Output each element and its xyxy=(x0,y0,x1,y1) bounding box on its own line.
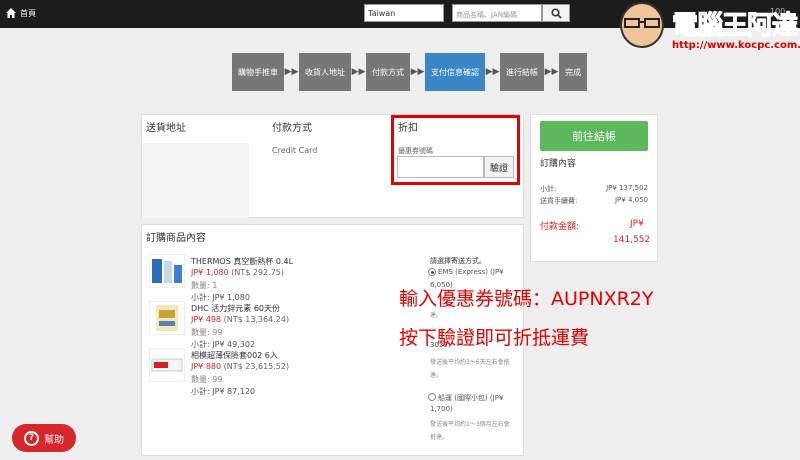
step-arrow-icon: ▶▶ xyxy=(351,67,366,77)
shipping-note-sea-2: 抵達。 xyxy=(430,434,449,441)
country-select[interactable]: Taiwan xyxy=(364,4,444,22)
step-address: 收貨人地址 xyxy=(299,53,351,91)
annotation-line-1: 輸入優惠券號碼：AUPNXR2Y xyxy=(399,288,654,310)
address-title: 送貨地址 xyxy=(146,123,186,134)
item-price-jp: JP¥ 880 xyxy=(191,362,222,371)
glasses-icon xyxy=(624,18,660,28)
checkout-button[interactable]: 前往結帳 xyxy=(540,121,648,151)
step-arrow-icon: ▶▶ xyxy=(544,67,559,77)
payment-value: Credit Card xyxy=(272,146,318,155)
item-price: JP¥ 880 (NT$ 23,615.52) xyxy=(191,362,289,371)
shipping-note-ems: 達。 xyxy=(430,312,443,319)
step-cart: 購物手推車 xyxy=(232,53,284,91)
product-thumbnail xyxy=(149,254,185,288)
search-input[interactable]: 商品名稱、JAN編碼 xyxy=(452,4,542,22)
shipping-note-air-1: 發送後平均約3～6天左右會抵 xyxy=(430,359,510,366)
summary-subtotal-label: 小計: xyxy=(540,185,557,193)
product-thumbnail xyxy=(149,301,185,335)
step-arrow-icon: ▶▶ xyxy=(410,67,425,77)
summary-subtotal-value: JP¥ 137,502 xyxy=(606,184,648,192)
item-name: DHC 活力鋅元素 60天份 xyxy=(191,304,281,313)
watermark-url: http://www.kocpc.com.tw xyxy=(672,40,800,51)
step-checkout: 進行結帳 xyxy=(500,53,544,91)
step-arrow-icon: ▶▶ xyxy=(284,67,299,77)
step-confirm: 支付信息確認 xyxy=(425,53,485,91)
order-title: 訂購商品內容 xyxy=(146,233,206,244)
home-icon xyxy=(6,8,16,18)
home-label: 首頁 xyxy=(20,8,36,18)
item-subtotal: 小計: JP¥ 1,080 xyxy=(191,293,250,302)
payment-title: 付款方式 xyxy=(272,123,312,134)
question-icon: ? xyxy=(24,430,39,446)
summary-shipping-label: 送貨手續費: xyxy=(540,197,578,205)
item-price-nt: (NT$ 23,615.52) xyxy=(223,362,290,371)
step-payment: 付款方式 xyxy=(366,53,410,91)
search-icon xyxy=(550,7,562,19)
total-currency: JP¥ xyxy=(630,219,644,229)
step-arrow-icon: ▶▶ xyxy=(485,67,500,77)
highlight-box xyxy=(391,115,520,185)
item-price-jp: JP¥ 498 xyxy=(191,315,222,324)
shipping-radio-sea[interactable] xyxy=(428,393,436,401)
annotation-line-2: 按下驗證即可折抵運費 xyxy=(399,327,590,349)
step-done: 完成 xyxy=(559,53,587,91)
item-qty: 數量: 99 xyxy=(191,375,223,384)
help-label: 幫助 xyxy=(44,434,64,446)
item-price-nt: (NT$ 292.75) xyxy=(231,268,285,277)
search-button[interactable] xyxy=(542,4,570,22)
item-price-jp: JP¥ 1,080 xyxy=(191,268,229,277)
summary-shipping: 送貨手續費: JP¥ 4,050 xyxy=(540,196,648,206)
shipping-option-sea: 船運 (國際小包) (JP¥ xyxy=(438,394,504,402)
item-qty: 數量: 1 xyxy=(191,281,218,290)
summary-subtotal: 小計: JP¥ 137,502 xyxy=(540,184,648,194)
total-value: 141,552 xyxy=(613,235,651,245)
item-qty: 數量: 99 xyxy=(191,328,223,337)
summary-title: 訂購內容 xyxy=(540,159,577,169)
checkout-steps: 購物手推車 ▶▶ 收貨人地址 ▶▶ 付款方式 ▶▶ 支付信息確認 ▶▶ 進行結帳… xyxy=(232,53,587,91)
help-button[interactable]: ? 幫助 xyxy=(12,424,76,452)
item-subtotal: 小計: JP¥ 87,120 xyxy=(191,387,256,396)
shipping-price-sea: 1,700) xyxy=(430,405,453,413)
home-link[interactable]: 首頁 xyxy=(5,7,36,19)
product-thumbnail xyxy=(149,348,185,382)
item-price: JP¥ 498 (NT$ 13,364.24) xyxy=(191,315,289,324)
watermark-logo: 電腦王阿達 http://www.kocpc.com.tw xyxy=(614,0,800,60)
shipping-option-ems: EMS (Express) (JP¥ xyxy=(438,268,504,276)
item-name: 相模超薄保險套002 6入 xyxy=(191,351,278,360)
summary-shipping-value: JP¥ 4,050 xyxy=(614,196,648,204)
item-subtotal: 小計: JP¥ 49,302 xyxy=(191,340,256,349)
address-box xyxy=(143,143,249,218)
shipping-title: 請選擇寄送方式。 xyxy=(430,257,486,265)
total-label: 付款金額: xyxy=(540,222,580,232)
shipping-note-sea-1: 發送後平均約1～3個月左右會 xyxy=(430,421,510,428)
item-name: THERMOS 真空斷熱杯 0.4L xyxy=(191,257,294,266)
watermark-title: 電腦王阿達 xyxy=(671,11,798,42)
item-price: JP¥ 1,080 (NT$ 292.75) xyxy=(191,268,284,277)
shipping-note-air-2: 達。 xyxy=(430,372,443,379)
item-price-nt: (NT$ 13,364.24) xyxy=(223,315,290,324)
shipping-radio-ems[interactable] xyxy=(428,268,436,276)
